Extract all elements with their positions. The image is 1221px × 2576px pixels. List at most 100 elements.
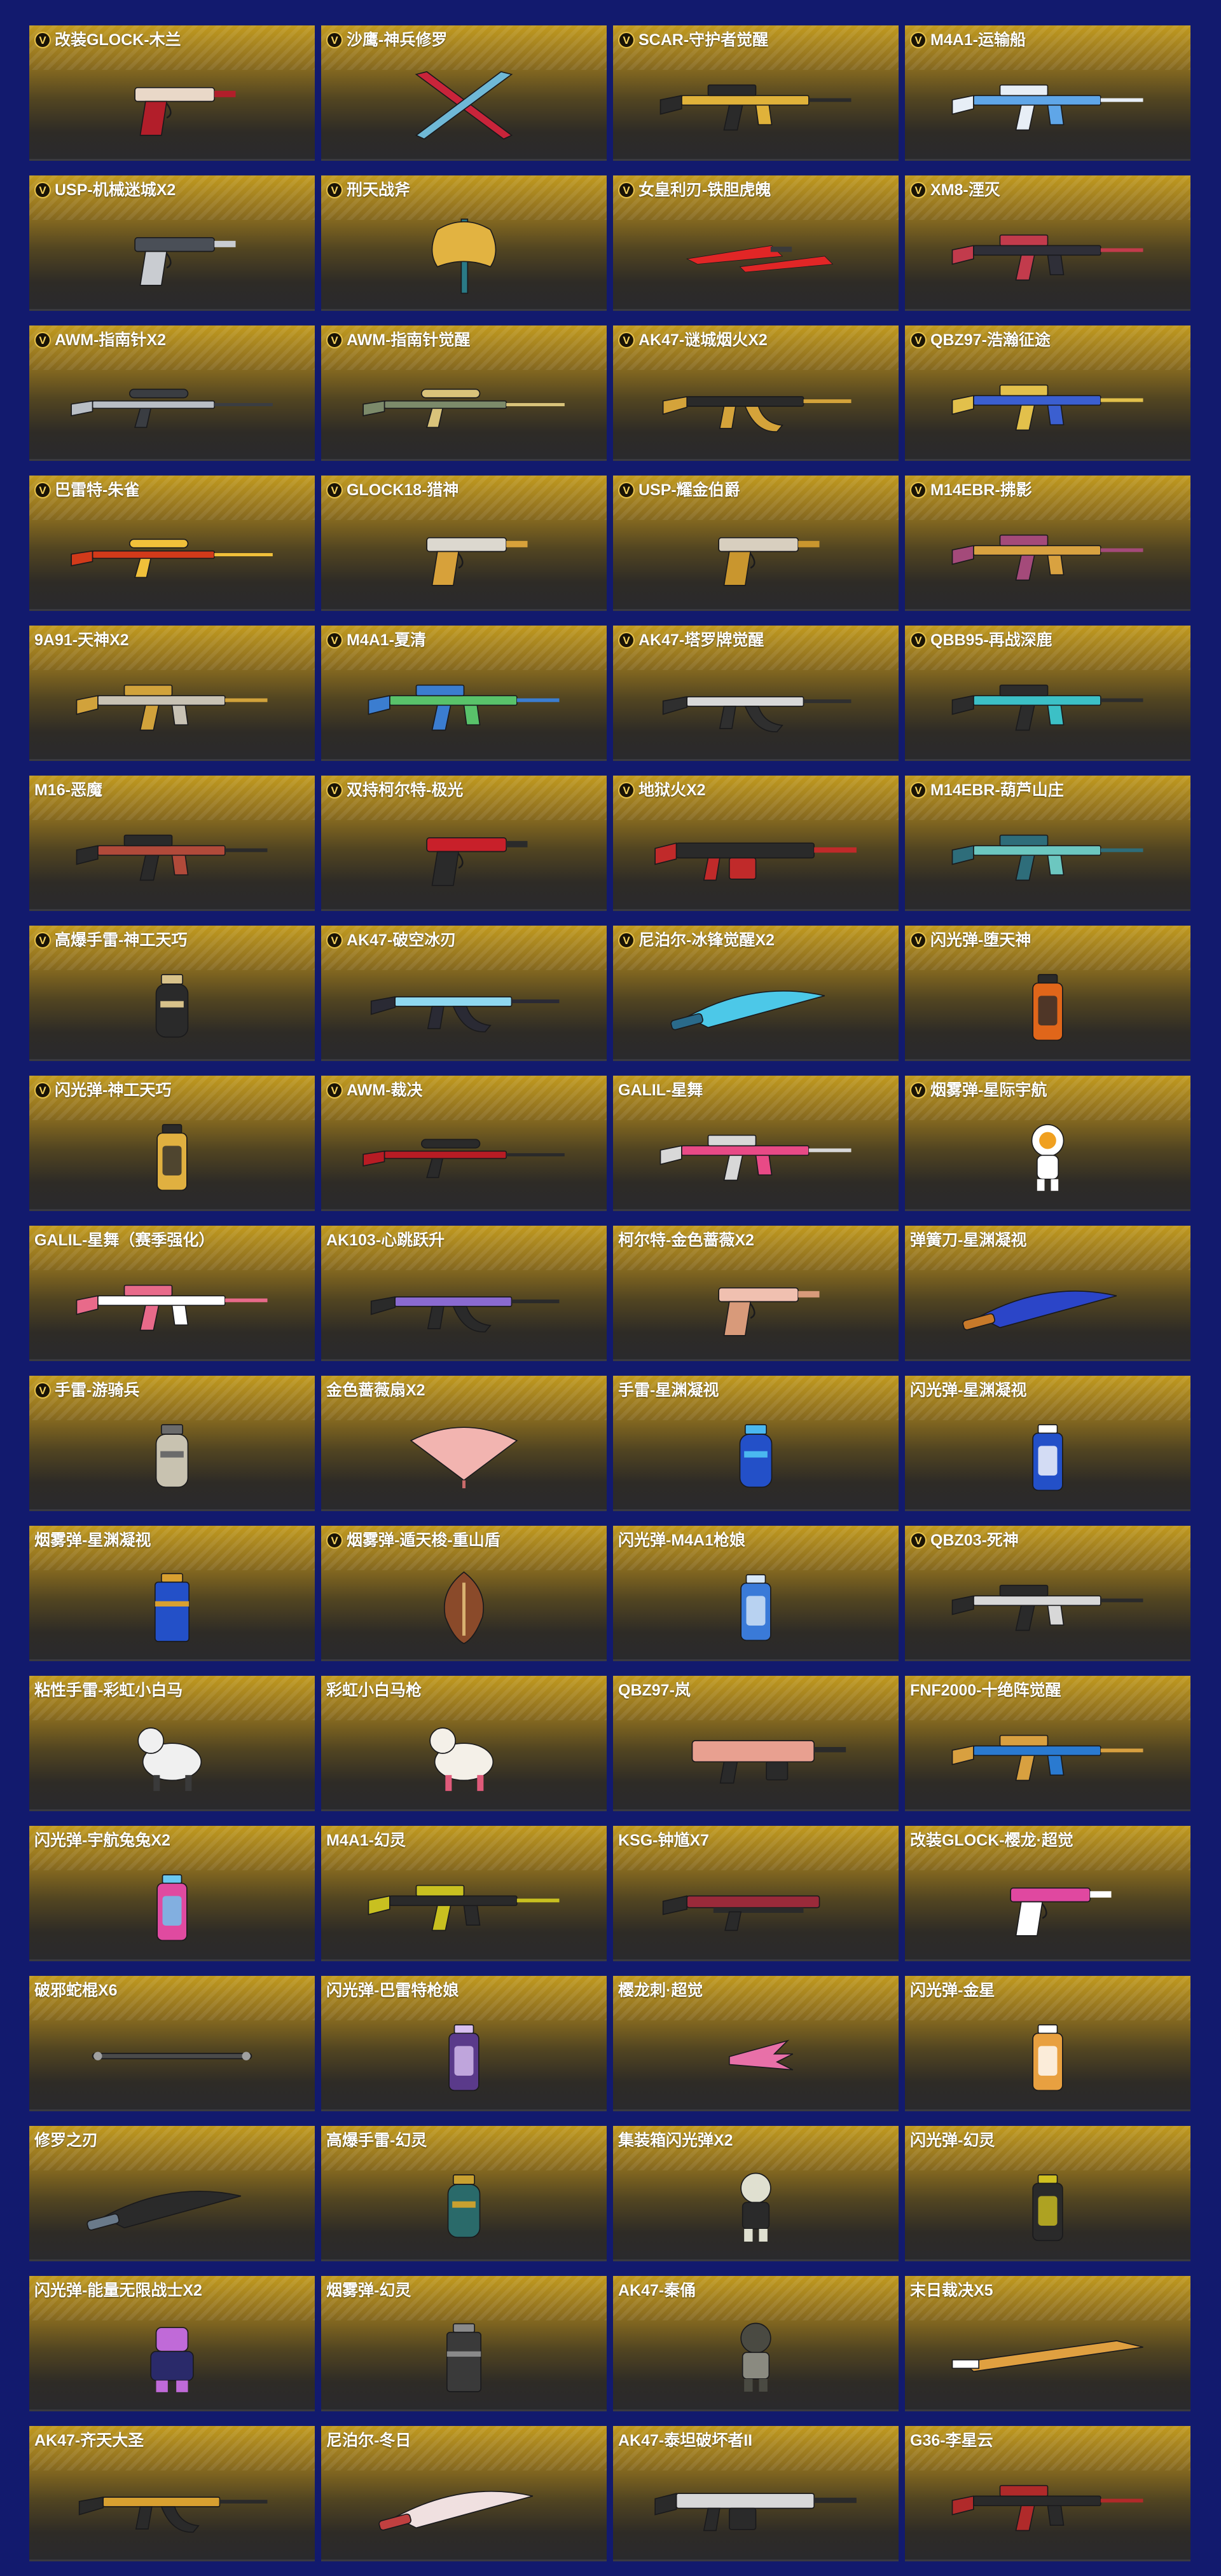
item-name: 刑天战斧 [347, 181, 411, 199]
item-card[interactable]: V AK47-塔罗牌觉醒 [613, 626, 899, 761]
item-card[interactable]: V M14EBR-拂影 [905, 476, 1190, 611]
item-card[interactable]: QBZ97-岚 [613, 1676, 899, 1811]
flashbang-icon [29, 1109, 315, 1204]
item-card[interactable]: V 手雷-游骑兵 [29, 1376, 315, 1511]
item-title: V QBZ97-浩瀚征途 [910, 331, 1185, 350]
item-card[interactable]: V 女皇利刃-铁胆虎魄 [613, 175, 899, 311]
item-card[interactable]: 集装箱闪光弹X2 [613, 2126, 899, 2261]
item-card[interactable]: 末日裁决X5 [905, 2276, 1190, 2411]
item-card[interactable]: 彩虹小白马枪 [321, 1676, 607, 1811]
item-card[interactable]: 闪光弹-星渊凝视 [905, 1376, 1190, 1511]
item-title: V AWM-指南针X2 [34, 331, 310, 350]
claw-icon [613, 2009, 899, 2104]
item-card[interactable]: 高爆手雷-幻灵 [321, 2126, 607, 2261]
item-card[interactable]: 闪光弹-M4A1枪娘 [613, 1526, 899, 1661]
item-card[interactable]: V 烟雾弹-遁天梭-重山盾 [321, 1526, 607, 1661]
item-card[interactable]: V QBB95-再战深鹿 [905, 626, 1190, 761]
item-card[interactable]: KSG-钟馗X7 [613, 1826, 899, 1961]
shield-icon [321, 1559, 607, 1654]
item-card[interactable]: V 巴雷特-朱雀 [29, 476, 315, 611]
item-title: V 巴雷特-朱雀 [34, 481, 310, 500]
item-card[interactable]: 柯尔特-金色蔷薇X2 [613, 1226, 899, 1361]
v-badge-icon: V [618, 482, 635, 498]
item-card[interactable]: V 高爆手雷-神工天巧 [29, 926, 315, 1061]
item-card[interactable]: V AWM-指南针X2 [29, 325, 315, 461]
item-card[interactable]: M4A1-幻灵 [321, 1826, 607, 1961]
item-card[interactable]: V M4A1-夏清 [321, 626, 607, 761]
item-card[interactable]: V AWM-裁决 [321, 1076, 607, 1211]
v-badge-icon: V [618, 782, 635, 798]
item-card[interactable]: 9A91-天神X2 [29, 626, 315, 761]
item-card[interactable]: AK47-秦俑 [613, 2276, 899, 2411]
item-card[interactable]: 闪光弹-金星 [905, 1976, 1190, 2111]
item-card[interactable]: V M4A1-运输船 [905, 25, 1190, 161]
item-card[interactable]: V GLOCK18-猎神 [321, 476, 607, 611]
item-card[interactable]: V AK47-谜城烟火X2 [613, 325, 899, 461]
item-card[interactable]: 粘性手雷-彩虹小白马 [29, 1676, 315, 1811]
v-badge-icon: V [618, 632, 635, 648]
item-card[interactable]: 闪光弹-宇航兔兔X2 [29, 1826, 315, 1961]
item-card[interactable]: G36-李星云 [905, 2426, 1190, 2561]
item-card[interactable]: 闪光弹-巴雷特枪娘 [321, 1976, 607, 2111]
item-card[interactable]: 金色蔷薇扇X2 [321, 1376, 607, 1511]
item-card[interactable]: V QBZ97-浩瀚征途 [905, 325, 1190, 461]
item-card[interactable]: 烟雾弹-幻灵 [321, 2276, 607, 2411]
rifle-icon [613, 1109, 899, 1204]
item-card[interactable]: 修罗之刃 [29, 2126, 315, 2261]
item-card[interactable]: V 地狱火X2 [613, 776, 899, 911]
item-card[interactable]: FNF2000-十绝阵觉醒 [905, 1676, 1190, 1811]
item-card[interactable]: AK47-泰坦破坏者II [613, 2426, 899, 2561]
item-card[interactable]: 烟雾弹-星渊凝视 [29, 1526, 315, 1661]
item-card[interactable]: 破邪蛇棍X6 [29, 1976, 315, 2111]
grenade-icon [613, 1409, 899, 1504]
item-card[interactable]: 手雷-星渊凝视 [613, 1376, 899, 1511]
item-name: 高爆手雷-神工天巧 [55, 931, 188, 949]
item-card[interactable]: 弹簧刀-星渊凝视 [905, 1226, 1190, 1361]
item-card[interactable]: V AWM-指南针觉醒 [321, 325, 607, 461]
item-card[interactable]: V 刑天战斧 [321, 175, 607, 311]
item-card[interactable]: V AK47-破空冰刃 [321, 926, 607, 1061]
item-card[interactable]: V QBZ03-死神 [905, 1526, 1190, 1661]
item-card[interactable]: AK103-心跳跃升 [321, 1226, 607, 1361]
item-card[interactable]: V 闪光弹-堕天神 [905, 926, 1190, 1061]
item-card[interactable]: V SCAR-守护者觉醒 [613, 25, 899, 161]
item-name: AWM-指南针X2 [55, 331, 167, 349]
item-name: 地狱火X2 [638, 781, 706, 799]
item-title: 闪光弹-星渊凝视 [910, 1381, 1185, 1400]
item-name: 闪光弹-神工天巧 [55, 1081, 172, 1099]
item-name: 烟雾弹-星渊凝视 [34, 1531, 151, 1549]
v-badge-icon: V [910, 182, 927, 198]
item-title: V QBZ03-死神 [910, 1531, 1185, 1550]
item-title: AK47-齐天大圣 [34, 2431, 310, 2450]
item-card[interactable]: GALIL-星舞（赛季强化） [29, 1226, 315, 1361]
item-card[interactable]: V 沙鹰-神兵修罗 [321, 25, 607, 161]
item-card[interactable]: V USP-耀金伯爵 [613, 476, 899, 611]
item-card[interactable]: V 双持柯尔特-极光 [321, 776, 607, 911]
item-card[interactable]: M16-恶魔 [29, 776, 315, 911]
item-title: 集装箱闪光弹X2 [618, 2131, 893, 2150]
v-badge-icon: V [326, 632, 343, 648]
item-card[interactable]: V XM8-湮灭 [905, 175, 1190, 311]
item-card[interactable]: V M14EBR-葫芦山庄 [905, 776, 1190, 911]
item-card[interactable]: V 改装GLOCK-木兰 [29, 25, 315, 161]
item-title: V AK47-破空冰刃 [326, 931, 602, 950]
item-card[interactable]: V 尼泊尔-冰锋觉醒X2 [613, 926, 899, 1061]
item-name: 双持柯尔特-极光 [347, 781, 464, 799]
v-badge-icon: V [34, 332, 51, 348]
item-name: 尼泊尔-冰锋觉醒X2 [638, 931, 775, 949]
item-card[interactable]: 尼泊尔-冬日 [321, 2426, 607, 2561]
item-card[interactable]: V 烟雾弹-星际宇航 [905, 1076, 1190, 1211]
item-title: 闪光弹-M4A1枪娘 [618, 1531, 893, 1550]
item-name: 烟雾弹-幻灵 [326, 2282, 411, 2299]
item-card[interactable]: GALIL-星舞 [613, 1076, 899, 1211]
item-card[interactable]: 闪光弹-幻灵 [905, 2126, 1190, 2261]
item-name: 手雷-星渊凝视 [618, 1381, 719, 1399]
item-title: GALIL-星舞（赛季强化） [34, 1231, 310, 1250]
item-card[interactable]: V 闪光弹-神工天巧 [29, 1076, 315, 1211]
item-card[interactable]: V USP-机械迷城X2 [29, 175, 315, 311]
item-card[interactable]: 改装GLOCK-樱龙·超觉 [905, 1826, 1190, 1961]
item-card[interactable]: 闪光弹-能量无限战士X2 [29, 2276, 315, 2411]
item-card[interactable]: AK47-齐天大圣 [29, 2426, 315, 2561]
item-card[interactable]: 樱龙刺·超觉 [613, 1976, 899, 2111]
item-title: V 高爆手雷-神工天巧 [34, 931, 310, 950]
